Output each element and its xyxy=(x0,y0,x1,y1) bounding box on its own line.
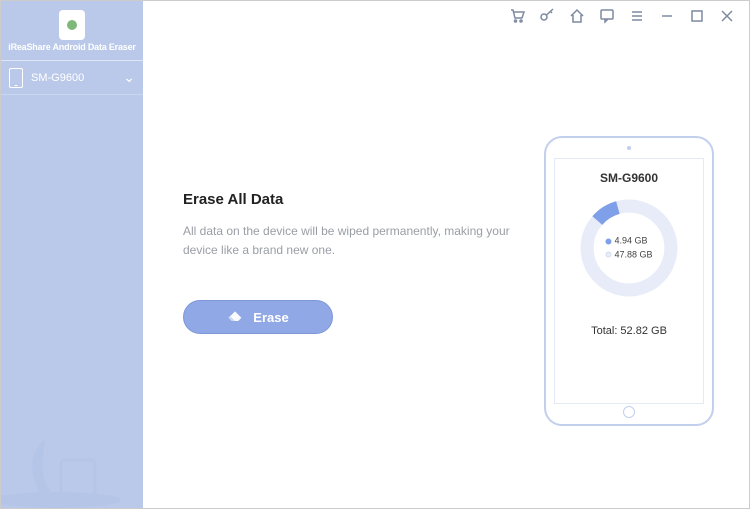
sidebar-device-label: SM-G9600 xyxy=(31,72,84,84)
used-value: 4.94 GB xyxy=(614,236,647,246)
erase-heading: Erase All Data xyxy=(183,191,523,208)
free-value: 47.88 GB xyxy=(614,249,652,259)
close-icon[interactable] xyxy=(719,8,735,24)
window-titlebar xyxy=(495,1,749,31)
sidebar: iReaShare Android Data Eraser SM-G9600 ⌄ xyxy=(1,1,143,508)
logo-icon xyxy=(59,10,85,40)
free-dot-icon xyxy=(605,252,611,258)
storage-legend: 4.94 GB 47.88 GB xyxy=(605,235,652,262)
used-dot-icon xyxy=(605,238,611,244)
chevron-down-icon: ⌄ xyxy=(123,69,135,86)
home-icon[interactable] xyxy=(569,8,585,24)
erase-section: Erase All Data All data on the device wi… xyxy=(183,191,523,334)
device-screen: SM-G9600 4.94 GB 47.88 GB Total: 52.82 G… xyxy=(554,158,704,404)
menu-icon[interactable] xyxy=(629,8,645,24)
minimize-icon[interactable] xyxy=(659,8,675,24)
erase-button[interactable]: Erase xyxy=(183,300,333,334)
erase-description: All data on the device will be wiped per… xyxy=(183,222,523,260)
phone-icon xyxy=(9,68,23,88)
cart-icon[interactable] xyxy=(509,8,525,24)
main-panel: Erase All Data All data on the device wi… xyxy=(143,1,749,508)
maximize-icon[interactable] xyxy=(689,8,705,24)
storage-donut: 4.94 GB 47.88 GB xyxy=(574,193,684,303)
erase-button-label: Erase xyxy=(253,310,288,325)
key-icon[interactable] xyxy=(539,8,555,24)
app-name: iReaShare Android Data Eraser xyxy=(8,42,135,52)
feedback-icon[interactable] xyxy=(599,8,615,24)
sidebar-device-item[interactable]: SM-G9600 ⌄ xyxy=(1,61,143,95)
storage-total: Total: 52.82 GB xyxy=(591,325,667,337)
eraser-icon xyxy=(227,311,243,323)
device-preview: SM-G9600 4.94 GB 47.88 GB Total: 52.82 G… xyxy=(544,136,714,426)
app-logo: iReaShare Android Data Eraser xyxy=(1,1,143,61)
sidebar-illustration xyxy=(1,388,143,508)
device-name: SM-G9600 xyxy=(600,171,658,185)
